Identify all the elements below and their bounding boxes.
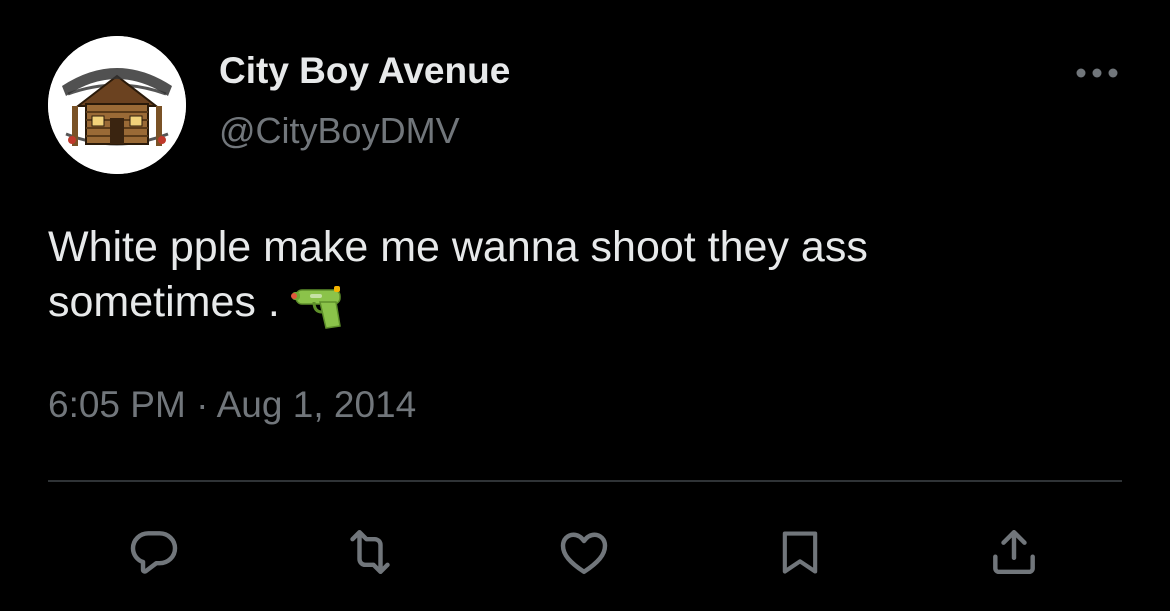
tweet-timestamp[interactable]: 6:05 PM · Aug 1, 2014: [48, 384, 416, 426]
more-icon: [1076, 68, 1118, 78]
bookmark-icon: [782, 531, 818, 574]
user-handle[interactable]: @CityBoyDMV: [219, 110, 460, 152]
share-icon: [993, 529, 1035, 575]
bookmark-button[interactable]: [770, 522, 830, 582]
share-button[interactable]: [984, 522, 1044, 582]
like-button[interactable]: [554, 522, 614, 582]
tweet-text-content: White pple make me wanna shoot they ass …: [48, 223, 868, 326]
retweet-icon: [350, 529, 390, 575]
water-pistol-icon: [290, 286, 341, 329]
divider: [48, 480, 1122, 482]
more-options-button[interactable]: [1070, 56, 1124, 90]
heart-icon: [560, 532, 608, 575]
display-name[interactable]: City Boy Avenue: [219, 50, 510, 92]
reply-button[interactable]: [124, 522, 184, 582]
tweet-text: White pple make me wanna shoot they ass …: [48, 220, 1048, 330]
avatar[interactable]: [48, 36, 186, 174]
camp-house-cabin-logo: [48, 36, 186, 174]
retweet-button[interactable]: [340, 522, 400, 582]
reply-icon: [130, 531, 178, 574]
